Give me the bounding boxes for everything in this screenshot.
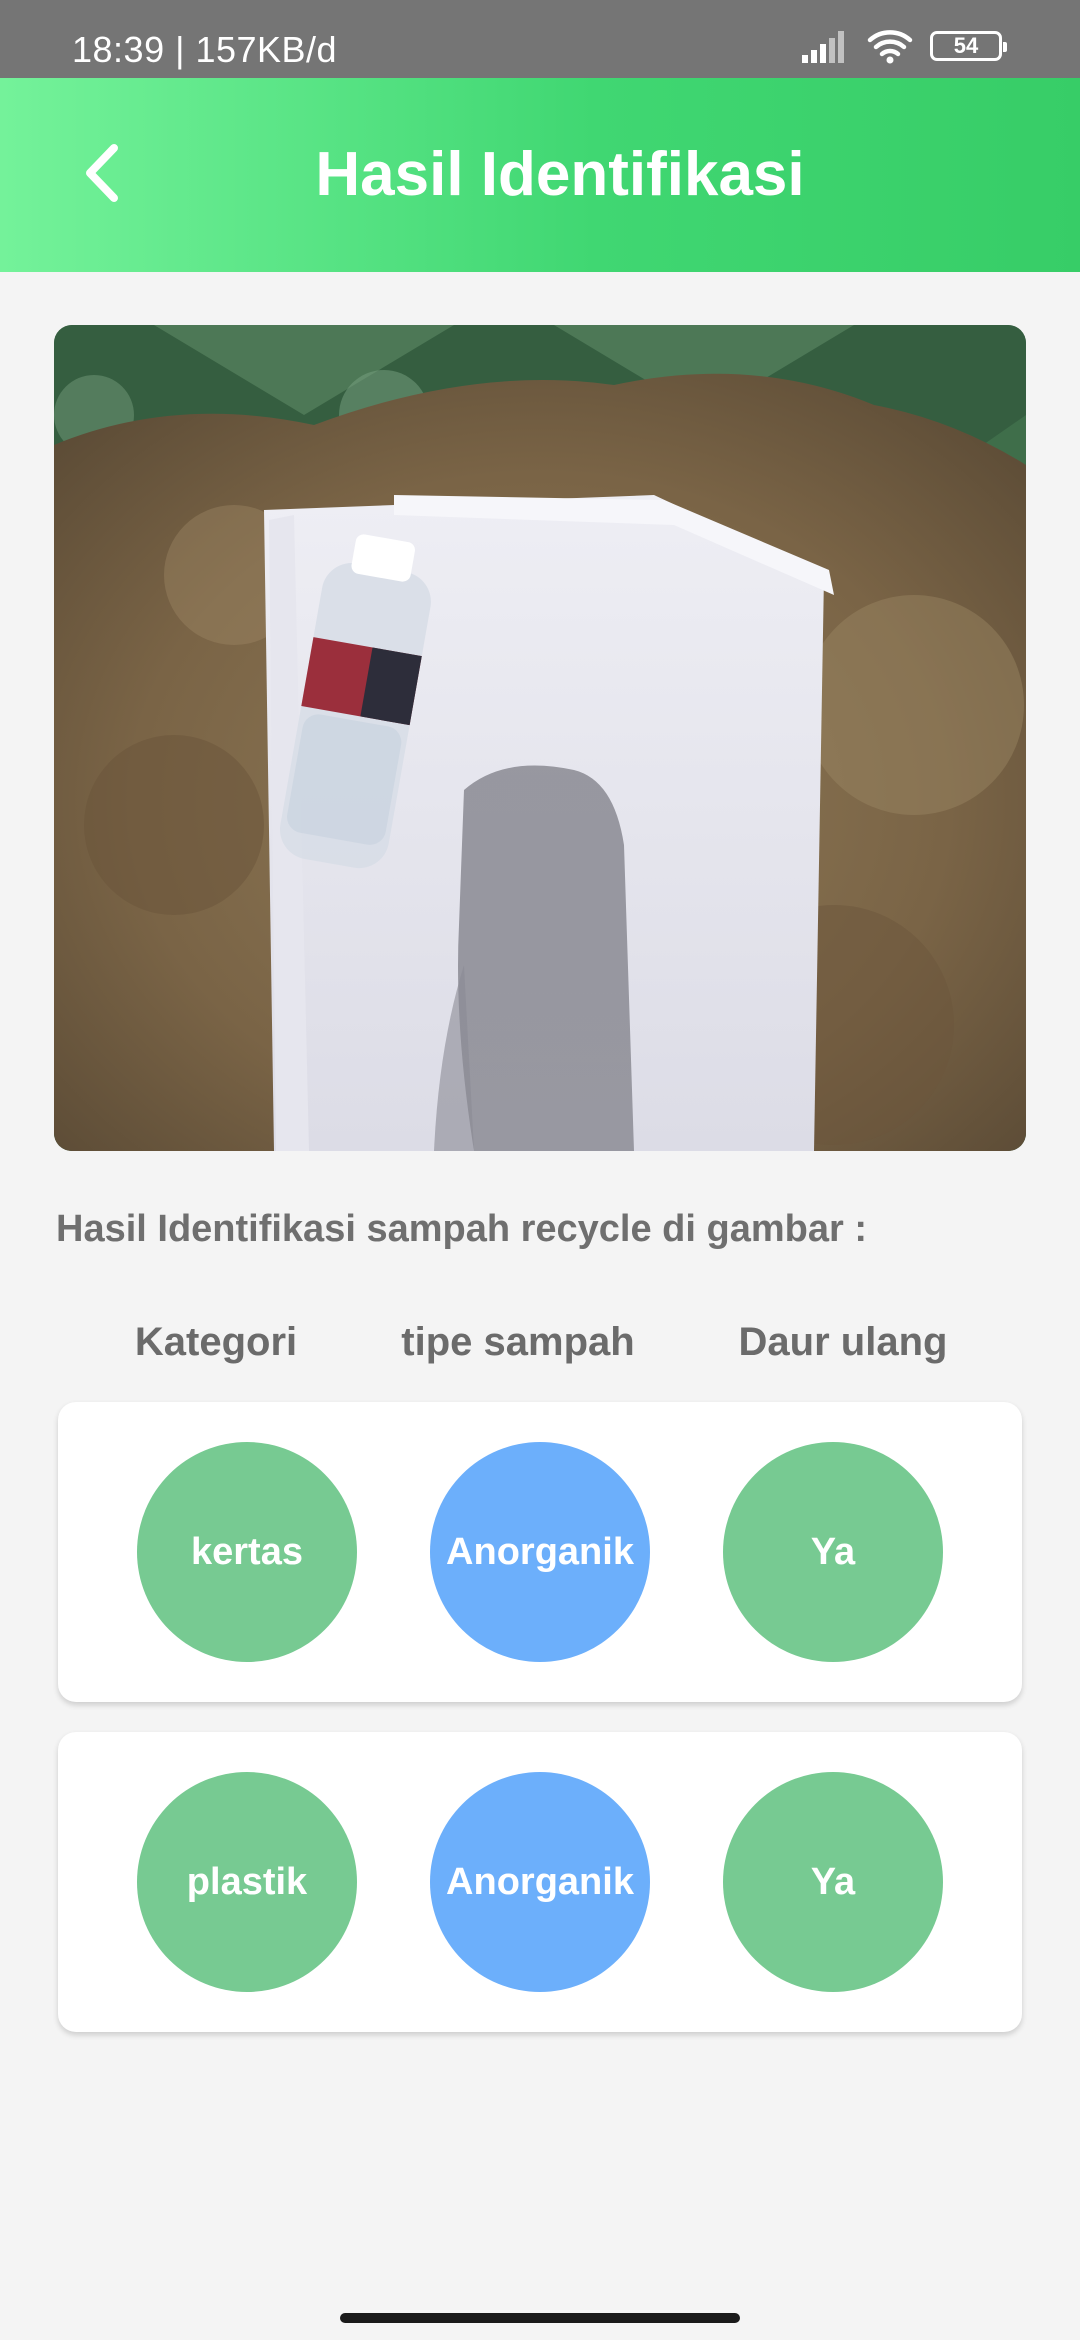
- column-headers: Kategori tipe sampah Daur ulang: [0, 1320, 1080, 1380]
- category-badge: kertas: [137, 1442, 357, 1662]
- screen: 18:39 | 157KB/d 54 Hasil Identifikasi Ha…: [0, 0, 1080, 2340]
- column-header-recycle: Daur ulang: [738, 1320, 948, 1364]
- result-card: plastik Anorganik Ya: [58, 1732, 1022, 2032]
- column-header-category: Kategori: [134, 1320, 298, 1364]
- result-heading: Hasil Identifikasi sampah recycle di gam…: [56, 1208, 867, 1250]
- result-card: kertas Anorganik Ya: [58, 1402, 1022, 1702]
- identified-photo: [54, 325, 1026, 1151]
- status-icons: 54: [800, 28, 1007, 64]
- recycle-badge: Ya: [723, 1442, 943, 1662]
- status-bar: 18:39 | 157KB/d 54: [0, 0, 1080, 78]
- signal-icon: [802, 31, 844, 63]
- waste-type-badge: Anorganik: [430, 1772, 650, 1992]
- column-header-waste-type: tipe sampah: [401, 1320, 635, 1364]
- wifi-icon: [867, 30, 913, 64]
- page-title: Hasil Identifikasi: [315, 140, 805, 209]
- category-badge: plastik: [137, 1772, 357, 1992]
- battery-icon: 54: [930, 31, 1007, 61]
- home-indicator[interactable]: [340, 2313, 740, 2323]
- chevron-left-icon: [86, 144, 118, 202]
- battery-level: 54: [953, 33, 979, 58]
- back-button[interactable]: [62, 133, 142, 213]
- photo-image: [54, 325, 1026, 1151]
- recycle-badge: Ya: [723, 1772, 943, 1992]
- waste-type-badge: Anorganik: [430, 1442, 650, 1662]
- app-bar: Hasil Identifikasi: [0, 78, 1080, 272]
